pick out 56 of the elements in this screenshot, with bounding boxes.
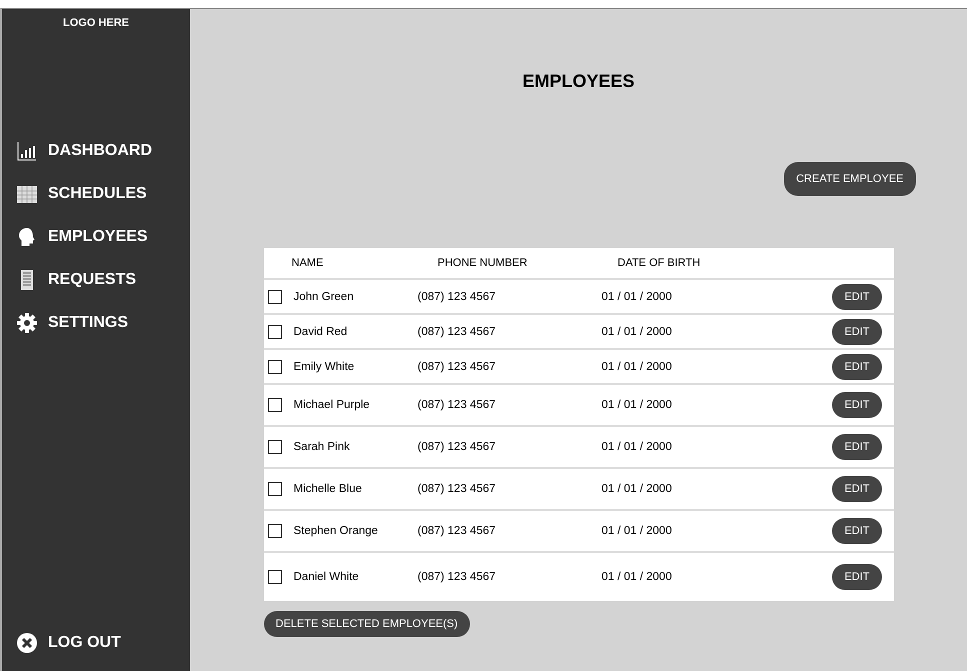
row-checkbox[interactable] bbox=[268, 324, 282, 338]
phone-cell-text: (087) 123 4567 bbox=[418, 290, 497, 302]
name-cell-text: Stephen Orange bbox=[294, 525, 379, 537]
row-checkbox[interactable] bbox=[268, 360, 282, 374]
nav-item[interactable]: SETTINGS bbox=[16, 308, 190, 337]
delete-selected-button[interactable]: DELETE SELECTED EMPLOYEE(S) bbox=[264, 611, 470, 637]
phone-cell-text: (087) 123 4567 bbox=[418, 326, 497, 338]
edit-button[interactable]: EDIT bbox=[832, 564, 882, 590]
row-checkbox[interactable] bbox=[268, 398, 282, 412]
name-cell-text: Emily White bbox=[294, 360, 356, 372]
edit-button[interactable]: EDIT bbox=[832, 476, 882, 502]
edit-button[interactable]: EDIT bbox=[832, 284, 882, 310]
close-icon bbox=[16, 632, 38, 654]
nav-item[interactable]: DASHBOARD bbox=[16, 136, 190, 165]
phone-cell-text: (087) 123 4567 bbox=[418, 441, 497, 453]
logo-text: LOGO HERE bbox=[62, 17, 130, 29]
date-cell-text: 01 / 01 / 2000 bbox=[602, 326, 673, 338]
date-cell-text: 01 / 01 / 2000 bbox=[602, 399, 673, 411]
page-title: EMPLOYEES bbox=[522, 71, 635, 92]
row-checkbox[interactable] bbox=[268, 570, 282, 584]
settings-icon bbox=[16, 312, 38, 334]
date-cell-text: 01 / 01 / 2000 bbox=[602, 483, 673, 495]
edit-button[interactable]: EDIT bbox=[832, 518, 882, 544]
date-cell-text: 01 / 01 / 2000 bbox=[602, 571, 673, 583]
row-checkbox[interactable] bbox=[268, 290, 282, 304]
bar-chart-icon bbox=[16, 140, 38, 162]
row-checkbox[interactable] bbox=[268, 524, 282, 538]
logout-link[interactable]: LOG OUT bbox=[16, 628, 190, 657]
name-cell-text: David Red bbox=[294, 326, 348, 338]
edit-button[interactable]: EDIT bbox=[832, 434, 882, 460]
row-checkbox[interactable] bbox=[268, 482, 282, 496]
edit-button[interactable]: EDIT bbox=[832, 354, 882, 380]
nav-item[interactable]: SCHEDULES bbox=[16, 179, 190, 208]
phone-cell-text: (087) 123 4567 bbox=[418, 571, 497, 583]
date-cell-text: 01 / 01 / 2000 bbox=[602, 360, 673, 372]
name-cell-text: Daniel White bbox=[294, 571, 360, 583]
phone-cell-text: (087) 123 4567 bbox=[418, 525, 497, 537]
column-header: DATE OF BIRTH bbox=[618, 257, 702, 269]
name-cell-text: Sarah Pink bbox=[294, 441, 351, 453]
name-cell-text: John Green bbox=[294, 290, 355, 302]
nav-item[interactable]: REQUESTS bbox=[16, 265, 190, 294]
nav-item[interactable]: EMPLOYEES bbox=[16, 222, 190, 251]
date-cell-text: 01 / 01 / 2000 bbox=[602, 441, 673, 453]
phone-cell-text: (087) 123 4567 bbox=[418, 483, 497, 495]
column-header: PHONE NUMBER bbox=[438, 257, 528, 269]
name-cell-text: Michelle Blue bbox=[294, 483, 363, 495]
phone-cell-text: (087) 123 4567 bbox=[418, 399, 497, 411]
phone-cell-text: (087) 123 4567 bbox=[418, 360, 497, 372]
date-cell-text: 01 / 01 / 2000 bbox=[602, 290, 673, 302]
name-cell-text: Michael Purple bbox=[294, 399, 371, 411]
row-checkbox[interactable] bbox=[268, 440, 282, 454]
edit-button[interactable]: EDIT bbox=[832, 392, 882, 418]
date-cell-text: 01 / 01 / 2000 bbox=[602, 525, 673, 537]
edit-button[interactable]: EDIT bbox=[832, 318, 882, 344]
column-header: NAME bbox=[292, 257, 324, 269]
create-employee-button[interactable]: CREATE EMPLOYEE bbox=[784, 162, 916, 196]
